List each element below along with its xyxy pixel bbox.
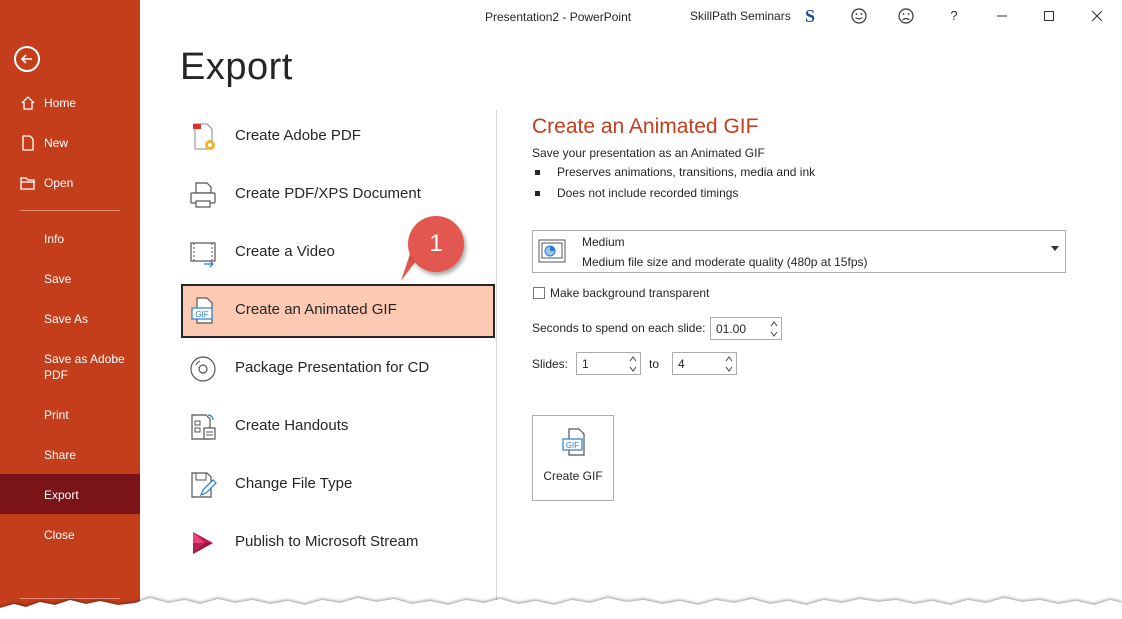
panel-description: Save your presentation as an Animated GI… xyxy=(532,146,765,160)
sidebar-item-label: New xyxy=(44,136,69,150)
stream-icon xyxy=(193,532,213,554)
minimize-icon[interactable] xyxy=(992,7,1012,25)
transparent-background-checkbox[interactable] xyxy=(533,287,545,299)
export-option-publish-stream[interactable]: Publish to Microsoft Stream xyxy=(181,516,495,570)
quality-dropdown[interactable]: Medium Medium file size and moderate qua… xyxy=(532,230,1066,273)
document-title: Presentation2 - PowerPoint xyxy=(485,10,632,24)
spin-up-icon[interactable] xyxy=(724,354,734,364)
export-option-label: Create Adobe PDF xyxy=(235,127,361,144)
slides-to-value: 4 xyxy=(678,357,685,371)
sidebar-item-info[interactable]: Info xyxy=(0,231,140,247)
spin-up-icon[interactable] xyxy=(628,354,638,364)
help-button[interactable]: ? xyxy=(944,7,964,25)
close-icon[interactable] xyxy=(1087,7,1107,25)
export-option-label: Publish to Microsoft Stream xyxy=(235,533,419,550)
maximize-icon[interactable] xyxy=(1039,7,1059,25)
sidebar-item-label: Open xyxy=(44,176,74,190)
spin-down-icon[interactable] xyxy=(628,364,638,374)
export-option-label: Create a Video xyxy=(235,243,335,260)
export-option-label: Create Handouts xyxy=(235,417,349,434)
svg-text:GIF: GIF xyxy=(195,310,208,319)
panel-title: Create an Animated GIF xyxy=(532,115,759,138)
quality-description: Medium file size and moderate quality (4… xyxy=(582,255,868,269)
export-option-label: Create an Animated GIF xyxy=(235,301,397,318)
page-title: Export xyxy=(180,46,293,88)
video-icon xyxy=(190,242,216,268)
sidebar-item-close[interactable]: Close xyxy=(0,527,140,543)
spin-down-icon[interactable] xyxy=(724,364,734,374)
export-option-label: Package Presentation for CD xyxy=(235,359,430,376)
sidebar-item-label: Save As xyxy=(44,312,89,326)
sidebar-item-label: Info xyxy=(44,232,65,246)
cd-icon xyxy=(190,356,216,382)
handouts-icon xyxy=(191,414,216,440)
user-name[interactable]: SkillPath Seminars xyxy=(690,9,791,23)
sidebar-item-new[interactable]: New xyxy=(0,135,140,151)
sidebar-item-print[interactable]: Print xyxy=(0,407,140,423)
slides-to-label: to xyxy=(649,357,660,371)
sidebar-item-save[interactable]: Save xyxy=(0,271,140,287)
seconds-value: 01.00 xyxy=(716,322,747,336)
sidebar-item-export[interactable]: Export xyxy=(0,474,140,514)
export-option-create-pdf-xps[interactable]: Create PDF/XPS Document xyxy=(181,168,495,222)
sidebar-item-label: Share xyxy=(44,448,77,462)
quality-preset-icon xyxy=(538,239,566,263)
home-icon xyxy=(21,96,35,110)
sidebar-item-open[interactable]: Open xyxy=(0,175,140,191)
sidebar-item-label: Close xyxy=(44,528,75,542)
gif-icon: GIF xyxy=(562,428,585,456)
pane-divider xyxy=(496,110,497,605)
change-file-type-icon xyxy=(191,472,217,498)
export-option-label: Create PDF/XPS Document xyxy=(235,185,421,202)
backstage-sidebar: Home New Open Info Save Save As Save as … xyxy=(0,0,140,619)
user-avatar-letter: S xyxy=(805,6,815,26)
sidebar-item-save-as[interactable]: Save As xyxy=(0,311,140,327)
new-file-icon xyxy=(22,135,34,151)
chevron-down-icon xyxy=(1051,246,1059,251)
sidebar-item-label: Home xyxy=(44,96,77,110)
sidebar-item-share[interactable]: Share xyxy=(0,447,140,463)
sidebar-divider xyxy=(20,210,120,211)
create-gif-button[interactable]: GIF Create GIF xyxy=(532,415,614,501)
sidebar-item-label: Save xyxy=(44,272,72,286)
seconds-per-slide-label: Seconds to spend on each slide: xyxy=(532,321,706,335)
bullet-icon xyxy=(535,191,540,196)
quality-name: Medium xyxy=(582,235,625,249)
slides-to-input[interactable]: 4 xyxy=(672,352,737,375)
spin-up-icon[interactable] xyxy=(769,319,779,329)
bullet-text: Preserves animations, transitions, media… xyxy=(557,165,816,179)
title-bar: Presentation2 - PowerPoint SkillPath Sem… xyxy=(140,0,1122,34)
slides-from-input[interactable]: 1 xyxy=(576,352,641,375)
sidebar-item-home[interactable]: Home xyxy=(0,95,140,111)
transparent-background-label: Make background transparent xyxy=(550,286,710,300)
export-option-create-animated-gif[interactable]: GIF Create an Animated GIF xyxy=(181,284,495,338)
sidebar-item-label: Print xyxy=(44,408,69,422)
pdf-xps-icon xyxy=(190,182,216,208)
sidebar-item-save-as-adobe-pdf[interactable]: Save as Adobe PDF xyxy=(0,351,140,383)
spin-down-icon[interactable] xyxy=(769,329,779,339)
gif-icon: GIF xyxy=(191,297,213,324)
slides-from-value: 1 xyxy=(582,357,589,371)
open-folder-icon xyxy=(20,177,35,190)
sidebar-item-label: Export xyxy=(44,488,79,502)
export-option-create-adobe-pdf[interactable]: Create Adobe PDF xyxy=(181,110,495,164)
slides-range-label: Slides: xyxy=(532,357,569,371)
export-option-create-handouts[interactable]: Create Handouts xyxy=(181,400,495,454)
frown-feedback-icon[interactable] xyxy=(896,7,916,25)
adobe-pdf-icon xyxy=(193,123,215,150)
user-avatar[interactable]: S xyxy=(801,6,819,26)
smile-feedback-icon[interactable] xyxy=(849,7,869,25)
bullet-icon xyxy=(535,170,540,175)
export-option-package-cd[interactable]: Package Presentation for CD xyxy=(181,342,495,396)
callout-number-badge: 1 xyxy=(408,216,464,272)
seconds-per-slide-input[interactable]: 01.00 xyxy=(710,317,782,340)
create-gif-label: Create GIF xyxy=(543,469,603,483)
torn-edge-decoration xyxy=(0,598,1122,619)
sidebar-item-label: Save as Adobe PDF xyxy=(44,352,125,382)
export-option-change-file-type[interactable]: Change File Type xyxy=(181,458,495,512)
svg-text:GIF: GIF xyxy=(566,441,579,450)
back-arrow-icon[interactable] xyxy=(14,46,40,72)
bullet-text: Does not include recorded timings xyxy=(557,186,739,200)
export-option-label: Change File Type xyxy=(235,475,353,492)
